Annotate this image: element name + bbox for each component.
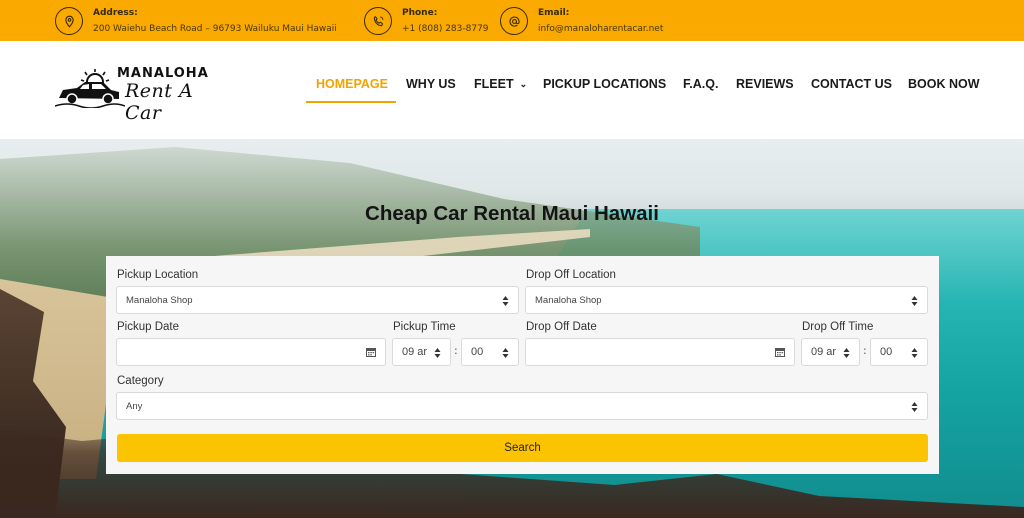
dropoff-minute-value: 00 (880, 346, 893, 358)
nav-homepage[interactable]: HOMEPAGE (316, 77, 388, 91)
calendar-icon (366, 348, 376, 357)
email-value[interactable]: info@manaloharentacar.net (538, 22, 663, 36)
category-value: Any (126, 400, 143, 412)
nav-fleet-label: FLEET (474, 77, 514, 91)
pickup-hour-select[interactable]: 09 ar (392, 338, 451, 366)
pickup-date-input[interactable] (116, 338, 386, 366)
select-arrows-icon (911, 402, 918, 412)
nav-fleet[interactable]: FLEET ⌄ (474, 77, 527, 91)
pickup-date-label: Pickup Date (117, 321, 180, 333)
phone-icon (364, 7, 392, 35)
category-select[interactable]: Any (116, 392, 928, 420)
address-info: Address: 200 Waiehu Beach Road – 96793 W… (55, 6, 337, 36)
nav-reviews[interactable]: REVIEWS (736, 77, 794, 91)
email-label: Email: (538, 8, 570, 18)
nav-why-us[interactable]: WHY US (406, 77, 456, 91)
pickup-hour-value: 09 ar (402, 346, 428, 358)
pickup-minute-select[interactable]: 00 (461, 338, 519, 366)
phone-label: Phone: (402, 8, 438, 18)
address-value: 200 Waiehu Beach Road – 96793 Wailuku Ma… (93, 24, 337, 34)
pickup-location-label: Pickup Location (117, 269, 199, 281)
site-logo[interactable]: MANALOHA Rent A Car (55, 66, 230, 124)
select-arrows-icon (843, 348, 850, 358)
booking-form: Pickup Location Manaloha Shop Drop Off L… (106, 256, 939, 474)
location-pin-icon (55, 7, 83, 35)
category-label: Category (117, 375, 164, 387)
top-info-bar: Address: 200 Waiehu Beach Road – 96793 W… (0, 0, 1024, 41)
time-separator: : (454, 344, 458, 357)
phone-value[interactable]: +1 (808) 283-8779 (402, 22, 489, 36)
hero-title: Cheap Car Rental Maui Hawaii (365, 202, 659, 225)
car-sun-logo-icon (55, 69, 125, 108)
phone-info: Phone: +1 (808) 283-8779 (364, 6, 489, 36)
dropoff-time-label: Drop Off Time (802, 321, 874, 333)
pickup-minute-value: 00 (471, 346, 484, 358)
logo-line-1: MANALOHA (117, 66, 209, 81)
dropoff-date-label: Drop Off Date (526, 321, 597, 333)
select-arrows-icon (502, 348, 509, 358)
pickup-location-value: Manaloha Shop (126, 294, 193, 306)
chevron-down-icon: ⌄ (519, 79, 528, 89)
address-label: Address: (93, 8, 138, 18)
select-arrows-icon (502, 296, 509, 306)
nav-contact-us[interactable]: CONTACT US (811, 77, 892, 91)
site-header: MANALOHA Rent A Car HOMEPAGE WHY US FLEE… (0, 41, 1024, 139)
dropoff-minute-select[interactable]: 00 (870, 338, 928, 366)
dropoff-date-input[interactable] (525, 338, 795, 366)
active-nav-underline (306, 101, 396, 103)
pickup-location-select[interactable]: Manaloha Shop (116, 286, 519, 314)
dropoff-location-value: Manaloha Shop (535, 294, 602, 306)
dropoff-hour-select[interactable]: 09 ar (801, 338, 860, 366)
logo-line-2: Rent A Car (125, 80, 194, 124)
select-arrows-icon (911, 296, 918, 306)
nav-pickup-locations[interactable]: PICKUP LOCATIONS (543, 77, 666, 91)
dropoff-location-select[interactable]: Manaloha Shop (525, 286, 928, 314)
search-button[interactable]: Search (117, 434, 928, 462)
at-sign-icon (500, 7, 528, 35)
dropoff-hour-value: 09 ar (811, 346, 837, 358)
select-arrows-icon (434, 348, 441, 358)
calendar-icon (775, 348, 785, 357)
nav-faq[interactable]: F.A.Q. (683, 77, 718, 91)
hero-section: Cheap Car Rental Maui Hawaii Pickup Loca… (0, 139, 1024, 518)
select-arrows-icon (911, 348, 918, 358)
dropoff-location-label: Drop Off Location (526, 269, 616, 281)
nav-book-now[interactable]: BOOK NOW (908, 77, 980, 91)
time-separator: : (863, 344, 867, 357)
email-info: Email: info@manaloharentacar.net (500, 6, 663, 36)
pickup-time-label: Pickup Time (393, 321, 456, 333)
